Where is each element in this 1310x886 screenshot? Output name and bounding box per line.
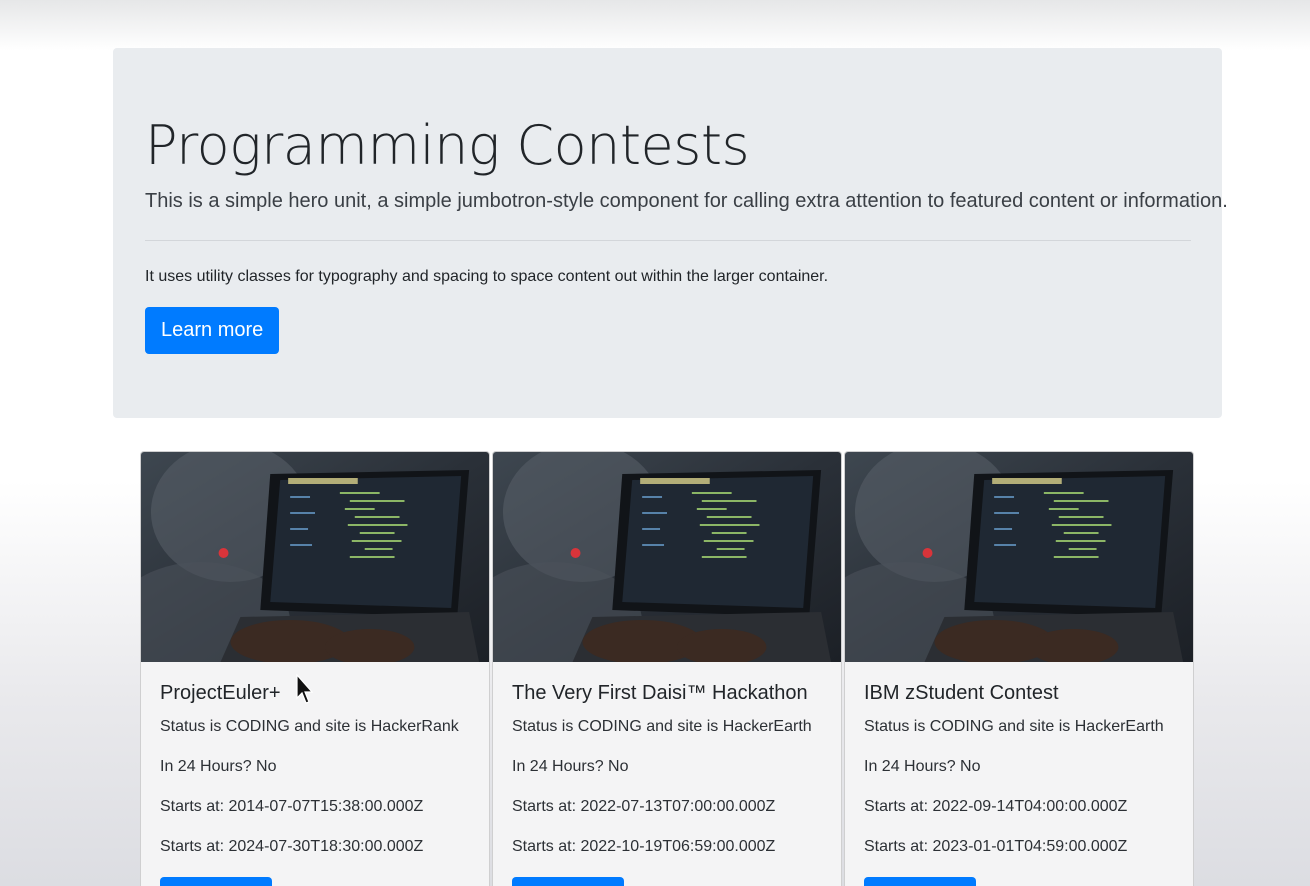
- card-title: IBM zStudent Contest: [864, 682, 1059, 704]
- contest-card: IBM zStudent Contest Status is CODING an…: [844, 451, 1194, 886]
- card-title: The Very First Daisi™ Hackathon: [512, 682, 808, 704]
- card-button[interactable]: [512, 877, 624, 886]
- card-in24: In 24 Hours? No: [864, 758, 981, 775]
- contest-cards: ProjectEuler+ Status is CODING and site …: [140, 451, 1196, 886]
- card-image: [141, 452, 489, 662]
- contest-card: The Very First Daisi™ Hackathon Status i…: [492, 451, 842, 886]
- card-button[interactable]: [864, 877, 976, 886]
- learn-more-button[interactable]: Learn more: [145, 307, 280, 354]
- card-in24: In 24 Hours? No: [160, 758, 277, 775]
- mouse-cursor-icon: [296, 674, 314, 704]
- jumbotron: Programming Contests This is a simple he…: [113, 48, 1228, 418]
- page-title: Programming Contests: [145, 114, 750, 177]
- jumbotron-text: It uses utility classes for typography a…: [145, 268, 829, 285]
- card-in24: In 24 Hours? No: [512, 758, 629, 775]
- card-image: [493, 452, 841, 662]
- card-start: Starts at: 2022-07-13T07:00:00.000Z: [512, 798, 776, 815]
- divider: [145, 240, 1191, 241]
- card-image: [845, 452, 1193, 662]
- card-status: Status is CODING and site is HackerRank: [160, 718, 459, 735]
- card-start: Starts at: 2014-07-07T15:38:00.000Z: [160, 798, 424, 815]
- card-button[interactable]: [160, 877, 272, 886]
- card-title: ProjectEuler+: [160, 682, 281, 704]
- card-end: Starts at: 2024-07-30T18:30:00.000Z: [160, 838, 424, 855]
- card-body: ProjectEuler+ Status is CODING and site …: [141, 662, 489, 886]
- card-body: The Very First Daisi™ Hackathon Status i…: [493, 662, 841, 886]
- card-status: Status is CODING and site is HackerEarth: [512, 718, 812, 735]
- jumbotron-lead: This is a simple hero unit, a simple jum…: [145, 190, 1228, 212]
- card-end: Starts at: 2022-10-19T06:59:00.000Z: [512, 838, 776, 855]
- card-end: Starts at: 2023-01-01T04:59:00.000Z: [864, 838, 1128, 855]
- card-start: Starts at: 2022-09-14T04:00:00.000Z: [864, 798, 1128, 815]
- contest-card: ProjectEuler+ Status is CODING and site …: [140, 451, 490, 886]
- card-body: IBM zStudent Contest Status is CODING an…: [845, 662, 1193, 886]
- card-status: Status is CODING and site is HackerEarth: [864, 718, 1164, 735]
